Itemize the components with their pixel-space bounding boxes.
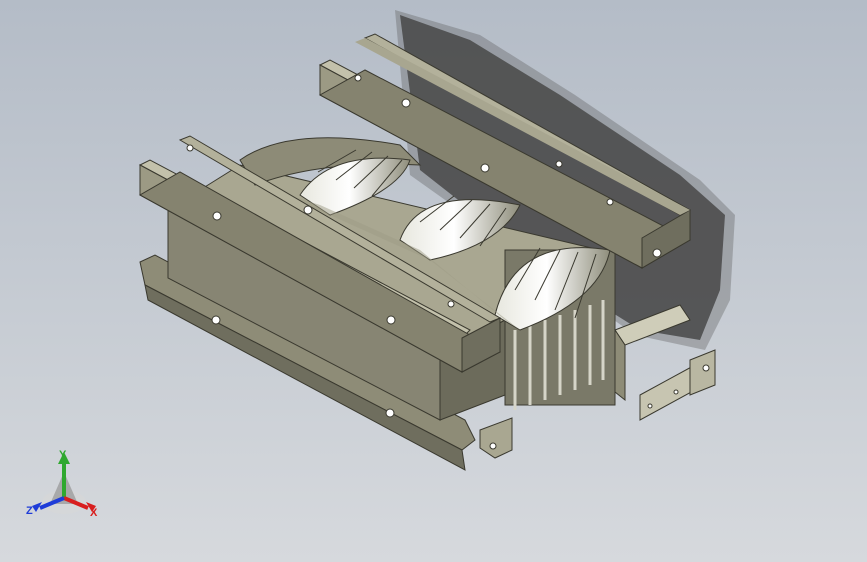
transformer-3d-model[interactable]: [0, 0, 867, 562]
axis-triad: Y X Z: [26, 449, 98, 519]
z-axis-label: Z: [26, 505, 33, 517]
graphics-viewport[interactable]: Y X Z: [0, 0, 867, 562]
x-axis-label: X: [90, 507, 98, 519]
y-axis-label: Y: [59, 449, 67, 461]
